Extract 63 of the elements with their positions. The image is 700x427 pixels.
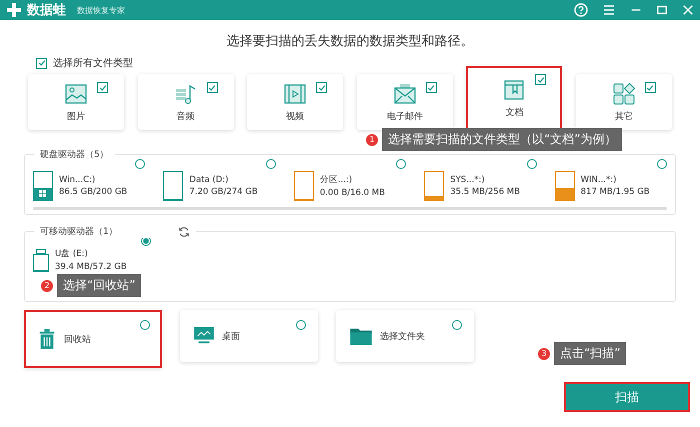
file-type-card[interactable]: 音频 — [138, 74, 234, 130]
drive-size: 817 MB/1.95 GB — [580, 187, 650, 197]
drive-size: 0.00 B/16.0 MB — [320, 188, 385, 198]
section-title: 可移动驱动器（1） — [40, 226, 118, 238]
drive-radio[interactable] — [657, 159, 668, 169]
folder-icon — [350, 327, 372, 345]
location-radio[interactable] — [452, 320, 462, 330]
app-name: 数据蛙 — [27, 2, 66, 19]
image-icon — [64, 82, 88, 106]
refresh-icon[interactable] — [178, 226, 190, 238]
drive-size: 39.4 MB/57.2 GB — [55, 262, 127, 272]
grid-icon — [612, 82, 636, 106]
page-heading: 选择要扫描的丢失数据的数据类型和路径。 — [226, 33, 474, 50]
close-icon[interactable] — [682, 4, 694, 16]
location-card[interactable]: 桌面 — [180, 310, 318, 362]
maximize-icon[interactable] — [656, 4, 668, 16]
drive-size: 7.20 GB/274 GB — [189, 187, 258, 197]
select-all-checkbox[interactable] — [36, 58, 47, 68]
drive-size: 35.5 MB/256 MB — [450, 187, 520, 197]
drive-radio[interactable] — [266, 159, 276, 169]
file-type-card[interactable]: 文档 — [466, 66, 562, 130]
location-radio[interactable] — [296, 320, 306, 330]
plus-logo-icon — [6, 2, 22, 18]
callout-tooltip: 点击“扫描” — [554, 342, 626, 365]
callout-tooltip: 选择需要扫描的文件类型（以“文档”为例） — [382, 128, 622, 151]
step-number-badge: 1 — [366, 134, 378, 146]
file-type-checkbox[interactable] — [97, 82, 108, 93]
drive-name: SYS...*:) — [450, 175, 486, 185]
file-type-card[interactable]: 电子邮件 — [356, 74, 453, 130]
four-squares-icon — [39, 190, 46, 197]
location-radio[interactable] — [140, 320, 150, 330]
film-icon — [283, 82, 308, 106]
drive-name: 分区...:) — [320, 174, 354, 186]
callout-tooltip: 选择“回收站” — [57, 274, 142, 297]
app-subtitle: 数据恢复专家 — [77, 4, 125, 16]
monitor-icon — [194, 327, 214, 345]
drive-radio[interactable] — [135, 159, 146, 169]
file-type-card[interactable]: 视频 — [247, 74, 344, 130]
menu-icon[interactable] — [602, 3, 616, 17]
select-all-label: 选择所有文件类型 — [53, 56, 133, 70]
file-type-checkbox[interactable] — [535, 74, 546, 85]
drive-radio[interactable] — [396, 159, 406, 169]
file-type-card[interactable]: 图片 — [28, 74, 124, 130]
drive-name: Win...C:) — [59, 175, 96, 185]
drive-name: U盘 (E:) — [55, 248, 89, 260]
trash-icon — [38, 329, 56, 349]
drive-size: 86.5 GB/200 GB — [59, 187, 128, 197]
file-type-checkbox[interactable] — [206, 82, 218, 93]
drive-name: WIN...*:) — [580, 175, 618, 185]
file-type-checkbox[interactable] — [316, 82, 328, 93]
file-type-card[interactable]: 其它 — [576, 74, 672, 130]
drive-name: Data (D:) — [189, 175, 230, 185]
document-icon — [502, 78, 526, 102]
section-title: 硬盘驱动器（5） — [34, 148, 115, 161]
step-number-badge: 2 — [41, 280, 53, 292]
file-type-checkbox[interactable] — [644, 82, 656, 93]
location-card[interactable]: 选择文件夹 — [336, 310, 474, 362]
envelope-icon — [392, 82, 417, 106]
location-card[interactable]: 回收站 — [24, 310, 162, 368]
help-icon[interactable] — [574, 3, 588, 17]
drive-radio[interactable] — [526, 159, 537, 169]
step-number-badge: 3 — [538, 348, 550, 360]
file-type-checkbox[interactable] — [426, 82, 437, 93]
